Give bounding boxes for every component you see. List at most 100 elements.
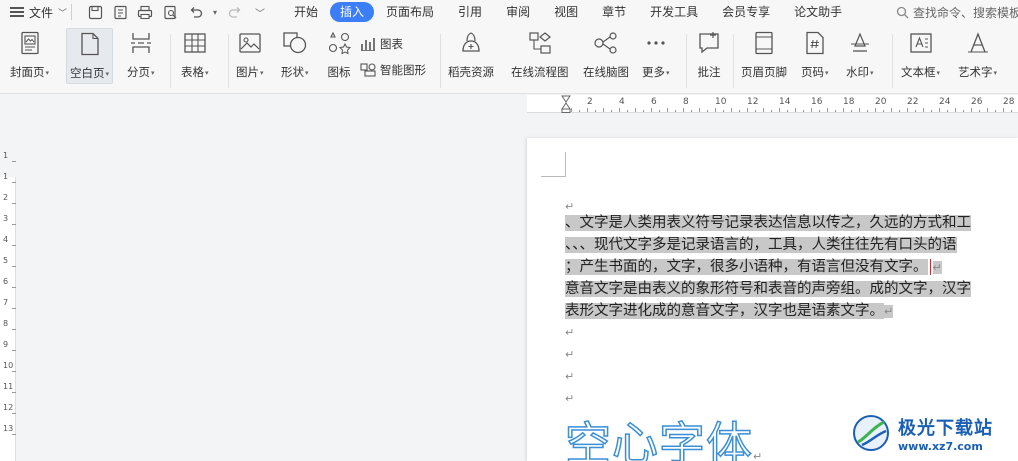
ruler-tick [12,308,16,309]
ruler-tick [627,110,628,112]
smart-graphic-button[interactable]: 智能图形 [360,62,426,78]
export-pdf-icon[interactable] [111,3,129,21]
selected-text: 表形文字进化成的意音文字，汉字也是语素文字。 [565,303,884,319]
selected-text: ；产生书面的，文字，很多小语种，有语言但没有文字。 [565,259,928,275]
ruler-number: 11 [3,382,14,391]
online-flowchart-button[interactable]: 在线流程图 [511,30,569,80]
horizontal-ruler[interactable]: 2 4 6 8 10 12 14 16 18 20 22 24 26 28 [527,95,1018,113]
ruler-tick [971,108,972,112]
text-line[interactable]: 意音文字是由表义的象形符号和表音的声旁组。成的文字，汉字 [565,278,971,300]
page-number-button[interactable]: 页码▾ [801,30,829,80]
undo-icon[interactable] [186,3,204,21]
aurora-logo-icon [853,415,889,451]
wordart-label: 艺术字 [958,65,993,79]
search-placeholder: 查找命令、搜索模板 [913,5,1018,20]
chevron-down-icon[interactable]: ▾ [211,3,219,21]
ruler-number: 18 [843,97,855,107]
ruler-tick [12,329,16,330]
vertical-ruler[interactable]: 1 1 2 3 4 5 6 7 8 9 10 11 12 13 [0,115,16,461]
online-mindmap-button[interactable]: 在线脑图 [583,30,629,80]
ruler-number: 2 [587,97,593,107]
indent-marker-icon[interactable] [561,95,571,113]
ruler-tick [571,108,572,112]
selected-text: 、文字是人类用表义符号记录表达信息以传之，久远的方式和工 [565,215,971,231]
tab-6[interactable]: 章节 [590,2,638,22]
ruler-tick [867,110,868,112]
hollow-text: 空心字体 [564,416,753,461]
ruler-number: 6 [651,97,657,107]
ruler-tick [811,108,812,112]
tab-3[interactable]: 引用 [446,2,494,22]
online-flowchart-label: 在线流程图 [511,65,569,79]
page-break-button[interactable]: 分页▾ [127,30,155,80]
ruler-tick [851,110,852,112]
ruler-tick [995,110,996,112]
table-button[interactable]: 表格▾ [181,30,209,80]
ruler-number: 2 [3,193,9,202]
margin-corner-mark [541,152,566,177]
ruler-tick [643,110,644,112]
comment-button[interactable]: 批注 [696,30,722,80]
ruler-tick [939,108,940,112]
tab-2[interactable]: 页面布局 [374,2,446,22]
command-search[interactable]: 查找命令、搜索模板 [896,3,1018,21]
hollow-font-text[interactable]: 空心字体↵ [564,408,763,461]
textbox-icon [908,30,934,56]
ruler-number: 10 [3,361,14,370]
ruler-number: 8 [683,97,689,107]
file-menu[interactable]: 文件 ﹀ [10,0,67,24]
divider [733,34,734,88]
print-preview-icon[interactable] [161,3,179,21]
docer-resources-button[interactable]: 稻壳资源 [448,30,494,80]
quick-access-toolbar: ▾ ﹀ [86,0,269,24]
blank-page-button[interactable]: 空白页▾ [66,28,114,84]
insert-ribbon: 封面页▾ 空白页▾ 分页▾ 表格▾ 图片▾ 形状▾ 图标 图表 智能图形 稻壳资… [0,24,1018,94]
cover-page-icon [17,30,43,56]
customize-toolbar-icon[interactable]: ﹀ [251,3,269,21]
ruler-number: 12 [3,403,14,412]
paragraph-mark: ↵ [884,305,894,318]
tab-8[interactable]: 会员专享 [710,2,782,22]
more-icon [643,30,669,56]
ruler-tick [979,110,980,112]
shape-button[interactable]: 形状▾ [281,30,309,80]
paragraph-mark: ↵ [932,261,942,274]
tab-1[interactable]: 插入 [330,2,375,22]
text-line[interactable]: 、、、现代文字多是记录语言的，工具，人类往往先有口头的语 [565,234,957,256]
text-line[interactable]: 、文字是人类用表义符号记录表达信息以传之，久远的方式和工 [565,212,971,234]
icon-button[interactable]: 图标 [326,30,352,80]
docer-resources-icon [458,30,484,56]
ruler-tick [1011,110,1012,112]
shape-label: 形状 [281,65,304,79]
wordart-button[interactable]: 艺术字▾ [958,30,997,80]
tab-7[interactable]: 开发工具 [638,2,710,22]
print-icon[interactable] [136,3,154,21]
ruler-tick [739,110,740,112]
more-button[interactable]: 更多▾ [642,30,670,80]
ruler-tick [12,203,16,204]
ruler-number: 1 [3,151,9,160]
textbox-button[interactable]: 文本框▾ [901,30,940,80]
tab-4[interactable]: 审阅 [494,2,542,22]
text-line[interactable]: ；产生书面的，文字，很多小语种，有语言但没有文字。 ↵ [565,256,942,278]
chart-button[interactable]: 图表 [360,36,403,52]
picture-button[interactable]: 图片▾ [236,30,264,80]
redo-icon[interactable] [226,3,244,21]
text-line[interactable]: 表形文字进化成的意音文字，汉字也是语素文字。↵ [565,300,894,322]
ruler-tick [12,266,16,267]
ruler-tick [579,110,580,112]
ruler-tick [827,108,828,112]
ruler-tick [891,108,892,112]
chevron-down-icon: ﹀ [58,8,68,19]
tab-5[interactable]: 视图 [542,2,590,22]
cover-page-button[interactable]: 封面页▾ [10,30,49,80]
selected-text: 、、、现代文字多是记录语言的，工具，人类往往先有口头的语 [565,237,957,253]
save-icon[interactable] [86,3,104,21]
online-mindmap-label: 在线脑图 [583,65,629,79]
page-number-label: 页码 [801,65,824,79]
ruler-tick [611,110,612,112]
header-footer-button[interactable]: 页眉页脚 [741,30,787,80]
tab-0[interactable]: 开始 [282,2,330,22]
tab-9[interactable]: 论文助手 [782,2,854,22]
watermark-button[interactable]: 水印▾ [846,30,874,80]
